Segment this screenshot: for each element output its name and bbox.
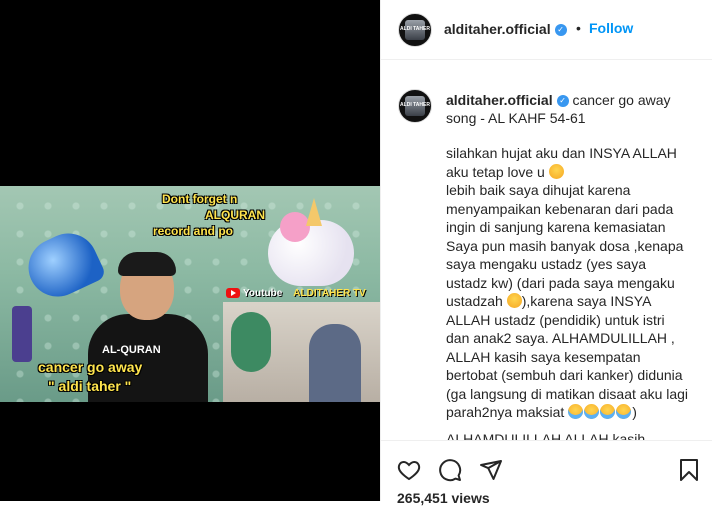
- caption-text-3: ),karena saya INSYA ALLAH ustadz (pendid…: [446, 293, 692, 420]
- video-frame[interactable]: AL-QURAN Dont forget n ALQURAN record an…: [0, 186, 380, 402]
- caption-avatar-text: ALDI TAHER: [400, 102, 430, 108]
- unicorn-horn: [306, 198, 322, 226]
- bottle: [12, 306, 32, 362]
- caption-username[interactable]: alditaher.official: [446, 92, 553, 108]
- caption-body: silahkan hujat aku dan INSYA ALLAH aku t…: [446, 144, 691, 422]
- crying-face-icon: [568, 404, 584, 419]
- crying-face-icon: [600, 404, 616, 419]
- crying-face-icon: [584, 404, 600, 419]
- comment-icon[interactable]: [438, 458, 462, 482]
- header-username[interactable]: alditaher.official: [444, 21, 551, 37]
- post-header: ALDI TAHER alditaher.official ✓ • Follow: [381, 0, 712, 60]
- post-media[interactable]: AL-QURAN Dont forget n ALQURAN record an…: [0, 0, 380, 501]
- avatar-text: ALDI TAHER: [400, 26, 430, 32]
- caption-cut-line: ALHAMDULILLAH ALLAH kasih: [446, 431, 646, 440]
- overlay-line-1: Dont forget n: [162, 192, 238, 206]
- winking-face-icon: [506, 293, 522, 308]
- caption-avatar[interactable]: ALDI TAHER: [398, 89, 432, 123]
- post-sidebar: ALDI TAHER alditaher.official ✓ • Follow …: [380, 0, 712, 506]
- youtube-word: Youtube: [243, 287, 283, 299]
- caption-area[interactable]: ALDI TAHER alditaher.official ✓ cancer go…: [381, 60, 712, 440]
- inset-video: [223, 302, 380, 402]
- hair: [118, 252, 176, 276]
- smiling-face-icon: [548, 163, 564, 179]
- view-count[interactable]: 265,451 views: [397, 490, 490, 506]
- overlay-line-2: ALQURAN: [205, 208, 265, 222]
- unicorn-balloon: [258, 198, 358, 290]
- shirt-text: AL-QURAN: [102, 344, 161, 356]
- avatar[interactable]: ALDI TAHER: [398, 13, 432, 47]
- caption-verified-check-icon: ✓: [556, 95, 569, 108]
- youtube-bar: Youtube ALDITAHER TV: [226, 286, 366, 300]
- share-icon[interactable]: [479, 458, 503, 482]
- action-bar: 265,451 views: [381, 440, 712, 506]
- crying-face-icon: [616, 404, 632, 419]
- overlay-line-3: record and po: [153, 224, 234, 238]
- caption-text-2: lebih baik saya dihujat karena menyampai…: [446, 182, 688, 309]
- bookmark-icon[interactable]: [677, 458, 701, 482]
- youtube-channel: ALDITAHER TV: [293, 287, 366, 299]
- inset-figure-right: [309, 324, 361, 402]
- header-username-row: alditaher.official ✓: [444, 21, 567, 39]
- inset-figure-left: [231, 312, 271, 372]
- video-caption-line-1: cancer go away: [38, 359, 143, 375]
- separator-dot: •: [576, 20, 581, 36]
- video-caption-line-2: " aldi taher ": [48, 378, 132, 394]
- verified-check-icon: ✓: [554, 23, 567, 36]
- heart-icon[interactable]: [397, 458, 421, 482]
- youtube-icon: [226, 288, 240, 298]
- follow-button[interactable]: Follow: [589, 20, 633, 36]
- caption-text-4: ): [632, 404, 637, 420]
- caption-header: alditaher.official ✓ cancer go away song …: [446, 91, 696, 127]
